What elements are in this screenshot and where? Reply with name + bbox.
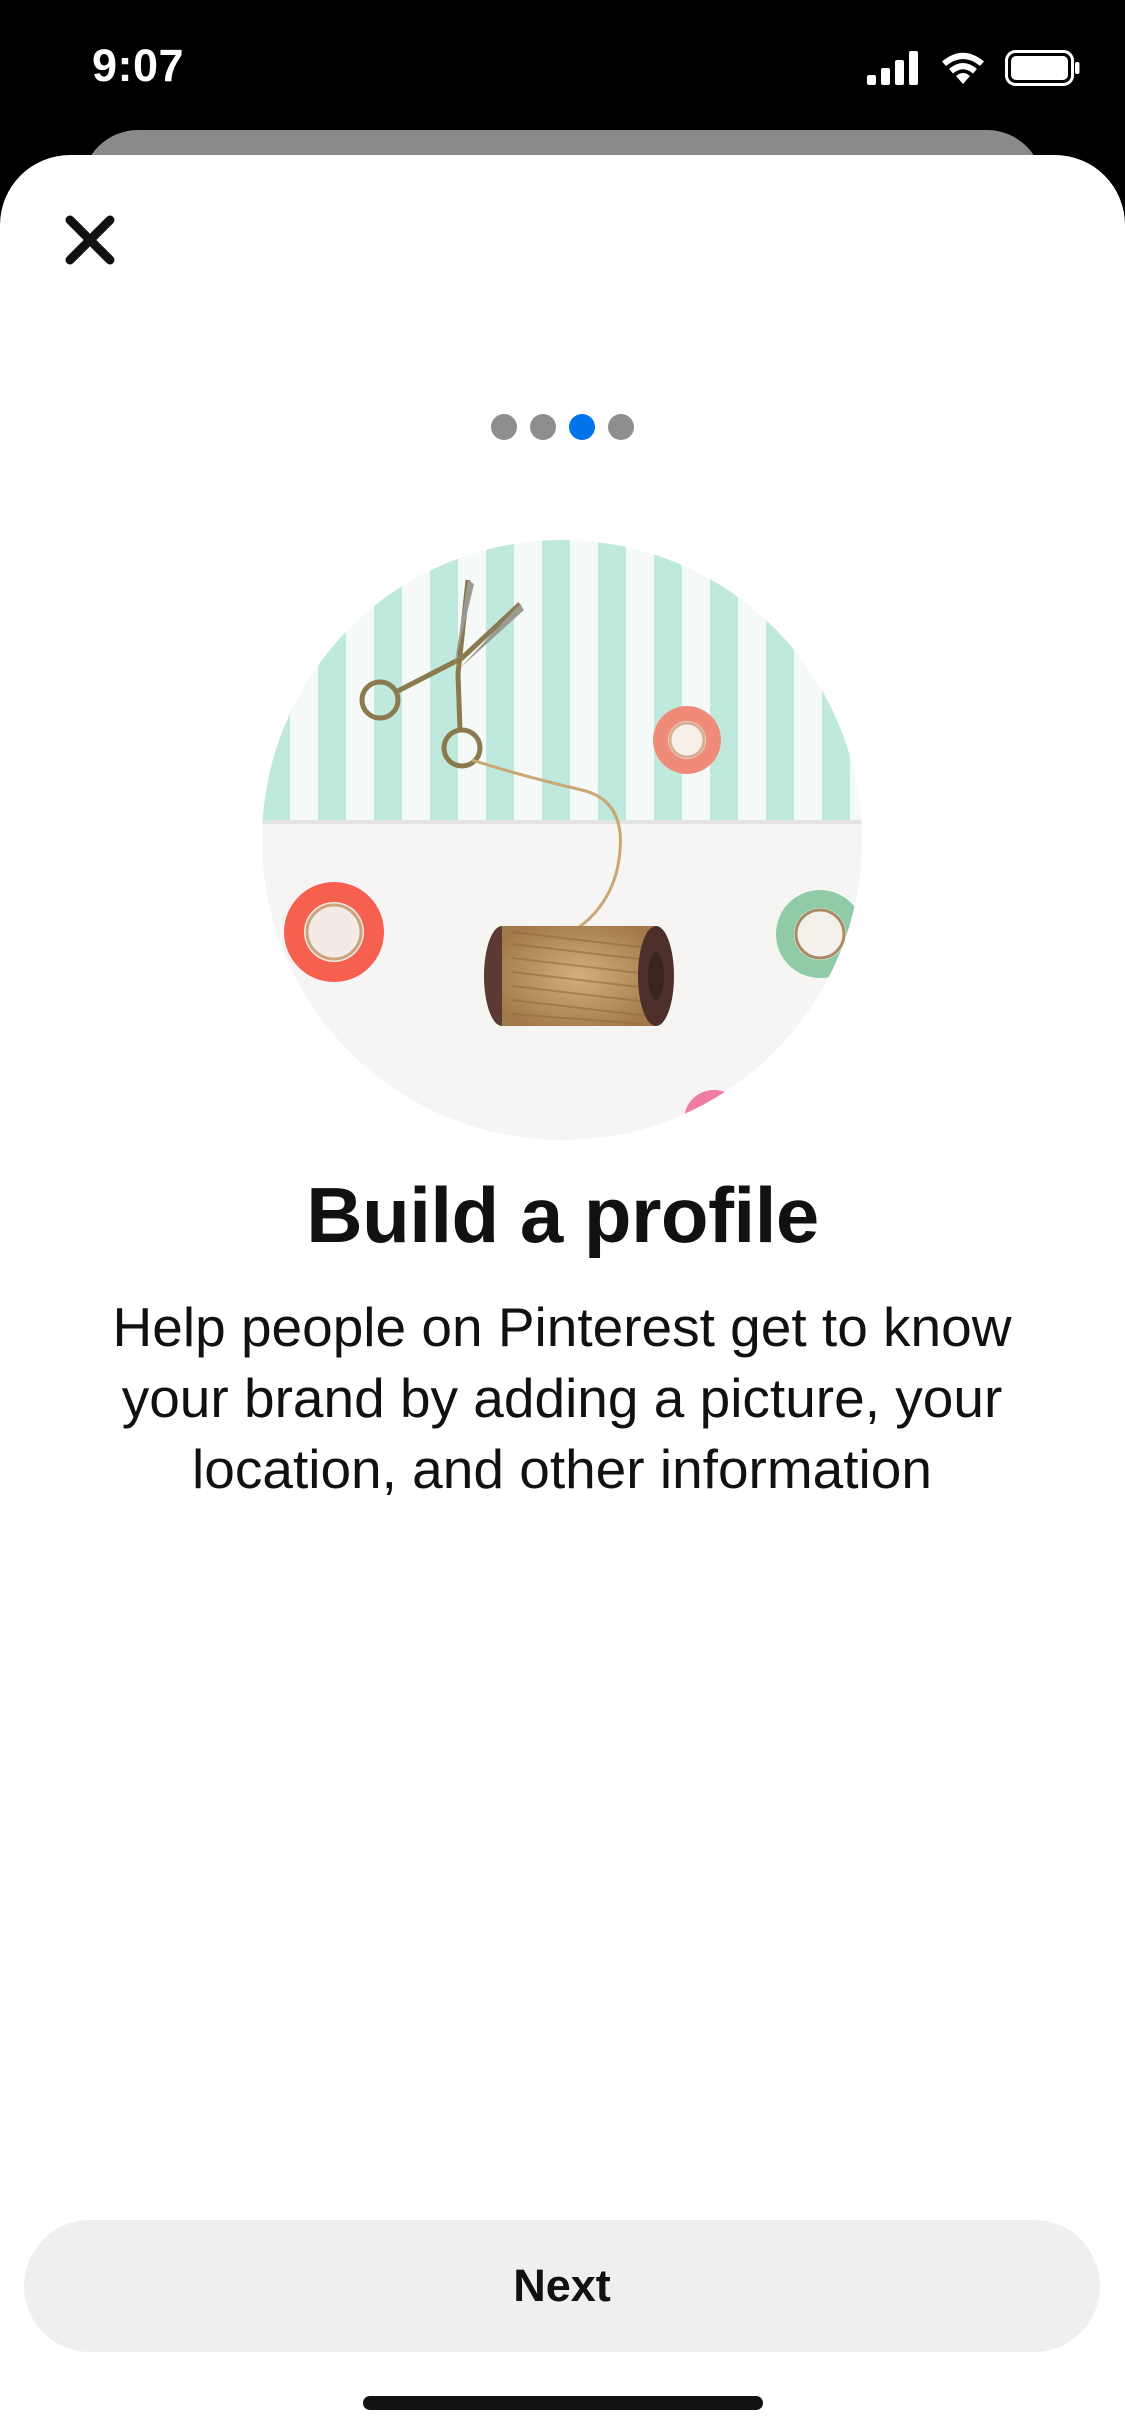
- screen: 9:07 Build a profile Help people on Pint…: [0, 0, 1125, 2436]
- cellular-signal-icon: [867, 50, 921, 90]
- next-button[interactable]: Next: [24, 2220, 1100, 2352]
- hero-image: [262, 540, 862, 1140]
- craft-supplies-illustration: [262, 540, 862, 1140]
- page-dot: [530, 414, 556, 440]
- page-indicator: [0, 414, 1125, 440]
- close-icon: [64, 214, 116, 271]
- page-dot: [491, 414, 517, 440]
- battery-icon: [1005, 49, 1081, 91]
- status-bar: 9:07: [0, 0, 1125, 132]
- page-dot-active: [569, 414, 595, 440]
- status-time: 9:07: [92, 40, 185, 91]
- close-button[interactable]: [48, 200, 132, 284]
- page-description: Help people on Pinterest get to know you…: [112, 1296, 1012, 1500]
- status-icons: [867, 48, 1081, 92]
- wifi-icon: [939, 50, 987, 91]
- page-title: Build a profile: [306, 1171, 819, 1259]
- home-indicator[interactable]: [363, 2396, 763, 2410]
- page-dot: [608, 414, 634, 440]
